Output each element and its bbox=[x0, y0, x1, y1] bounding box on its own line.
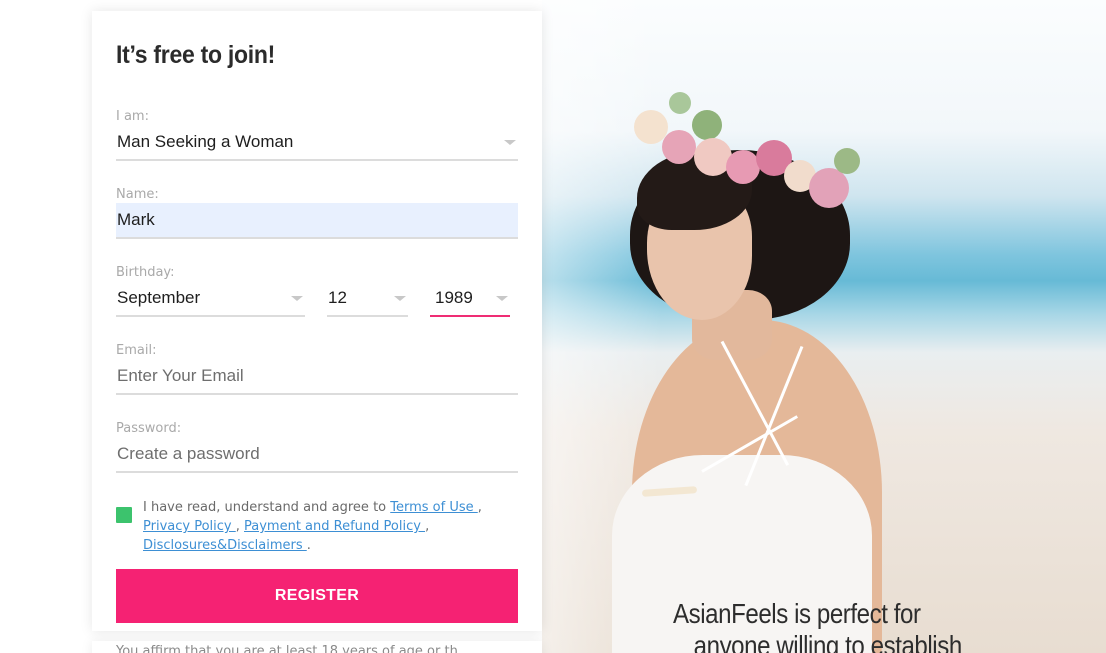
hero-tagline: AsianFeels is perfect for anyone willing… bbox=[673, 598, 962, 653]
chevron-down-icon bbox=[504, 140, 516, 145]
signup-card: It’s free to join! I am: Man Seeking a W… bbox=[92, 11, 542, 631]
birthday-label: Birthday: bbox=[116, 265, 175, 280]
name-input[interactable]: Mark bbox=[116, 203, 518, 239]
chevron-down-icon bbox=[291, 296, 303, 301]
flower-crown bbox=[634, 80, 864, 215]
iam-select[interactable]: Man Seeking a Woman bbox=[116, 125, 518, 161]
password-input[interactable]: Create a password bbox=[116, 437, 518, 473]
birthday-year-select[interactable]: 1989 bbox=[430, 281, 510, 317]
chevron-down-icon bbox=[496, 296, 508, 301]
password-label: Password: bbox=[116, 421, 182, 436]
age-notice: You affirm that you are at least 18 year… bbox=[92, 641, 542, 653]
consent-text: I have read, understand and agree to Ter… bbox=[143, 500, 482, 553]
disclosures-link[interactable]: Disclosures&Disclaimers bbox=[143, 538, 307, 553]
signup-title: It’s free to join! bbox=[116, 41, 276, 69]
register-button[interactable]: REGISTER bbox=[116, 569, 518, 623]
birthday-day-select[interactable]: 12 bbox=[327, 281, 408, 317]
name-label: Name: bbox=[116, 187, 159, 202]
checkbox-checked-icon[interactable] bbox=[116, 507, 132, 523]
privacy-policy-link[interactable]: Privacy Policy bbox=[143, 519, 236, 534]
chevron-down-icon bbox=[394, 296, 406, 301]
refund-policy-link[interactable]: Payment and Refund Policy bbox=[244, 519, 425, 534]
email-label: Email: bbox=[116, 343, 157, 358]
terms-of-use-link[interactable]: Terms of Use bbox=[390, 500, 478, 515]
iam-label: I am: bbox=[116, 109, 149, 124]
hero-photo: AsianFeels is perfect for anyone willing… bbox=[542, 0, 1106, 653]
birthday-month-select[interactable]: September bbox=[116, 281, 305, 317]
email-input[interactable]: Enter Your Email bbox=[116, 359, 518, 395]
